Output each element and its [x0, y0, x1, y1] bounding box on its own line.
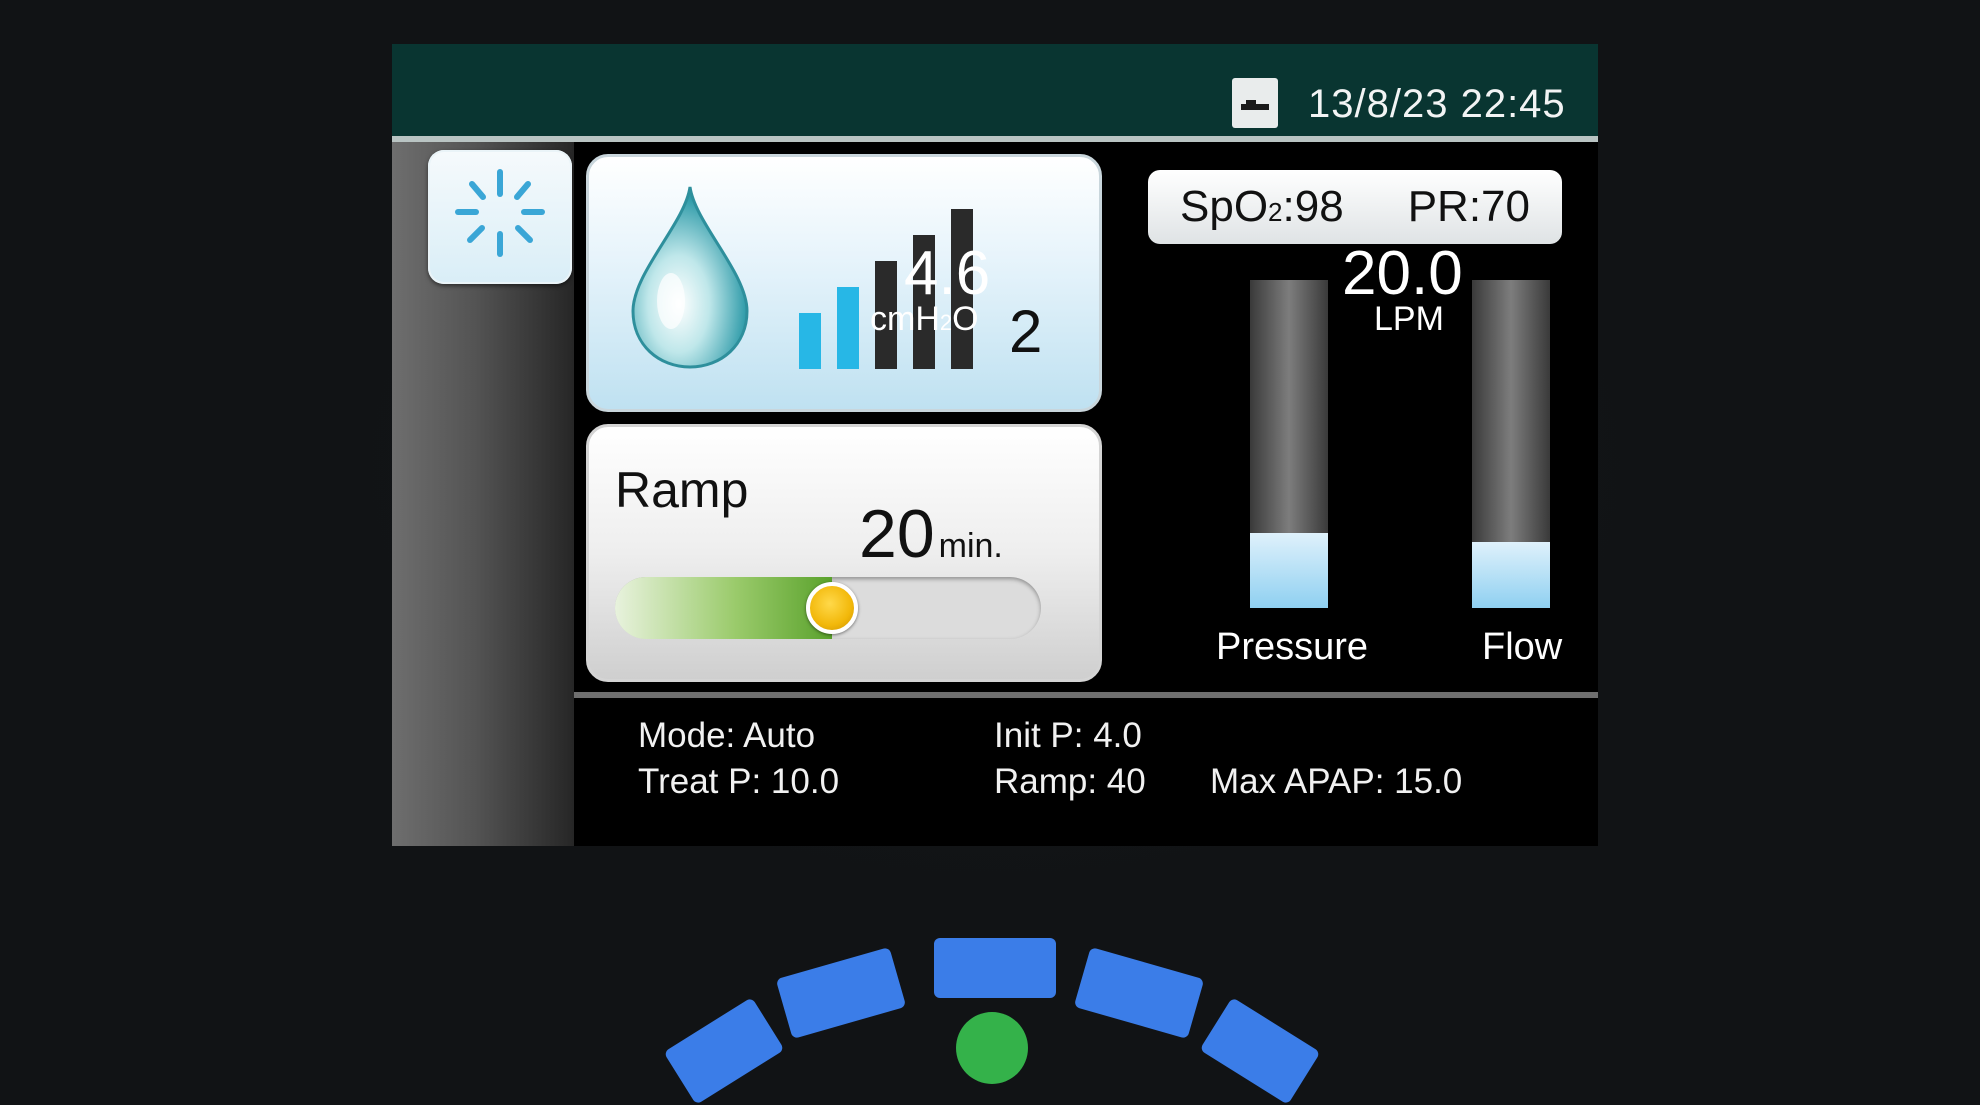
- pressure-unit: cmH2O: [870, 300, 979, 338]
- ramp-setting: Ramp: 40: [994, 762, 1146, 801]
- power-icon: [455, 169, 545, 257]
- pulse-rate-readout: PR:70: [1407, 182, 1530, 231]
- humidifier-card[interactable]: 2: [586, 154, 1102, 412]
- dial-segment: [1199, 997, 1321, 1105]
- humidity-level-value: 2: [1009, 298, 1043, 365]
- oximetry-readout: SpO2:98 PR:70: [1148, 170, 1562, 244]
- ramp-time: 20 min.: [859, 495, 1003, 573]
- init-pressure-setting: Init P: 4.0: [994, 716, 1142, 755]
- dial-segment: [663, 997, 785, 1105]
- device-screen: 13/8/23 22:45 2 Ramp 20 min. SpO2:98 PR:…: [392, 44, 1598, 846]
- pressure-gauge: [1250, 280, 1328, 608]
- pressure-gauge-fill: [1250, 532, 1328, 608]
- flow-gauge: [1472, 280, 1550, 608]
- pressure-label: Pressure: [1216, 626, 1369, 668]
- ramp-card[interactable]: Ramp 20 min.: [586, 424, 1102, 682]
- mode-setting: Mode: Auto: [638, 716, 816, 755]
- flow-gauge-fill: [1472, 542, 1550, 608]
- settings-divider: [574, 692, 1598, 698]
- sd-card-icon: [1232, 78, 1278, 128]
- flow-unit: LPM: [1374, 300, 1444, 338]
- spo2-readout: SpO2:98: [1180, 182, 1344, 231]
- flow-value: 20.0: [1342, 239, 1463, 308]
- ramp-time-value: 20: [859, 496, 935, 572]
- ramp-slider-fill: [615, 577, 833, 639]
- dial-segment: [1073, 946, 1205, 1040]
- dial-segment: [775, 946, 907, 1040]
- flow-label: Flow: [1482, 626, 1563, 668]
- humidity-bar: [799, 313, 821, 369]
- max-apap-setting: Max APAP: 15.0: [1210, 762, 1463, 801]
- status-bar: 13/8/23 22:45: [392, 44, 1598, 136]
- treat-pressure-setting: Treat P: 10.0: [638, 762, 840, 801]
- power-button[interactable]: [428, 150, 572, 284]
- ramp-time-unit: min.: [938, 527, 1003, 565]
- humidity-bar: [837, 287, 859, 369]
- datetime: 13/8/23 22:45: [1308, 82, 1566, 126]
- ramp-slider-thumb[interactable]: [806, 582, 859, 634]
- pressure-value: 4.6: [904, 239, 991, 308]
- dial-segment: [934, 938, 1056, 998]
- water-drop-icon: [631, 186, 749, 369]
- ramp-label: Ramp: [615, 462, 749, 518]
- power-led: [956, 1012, 1028, 1084]
